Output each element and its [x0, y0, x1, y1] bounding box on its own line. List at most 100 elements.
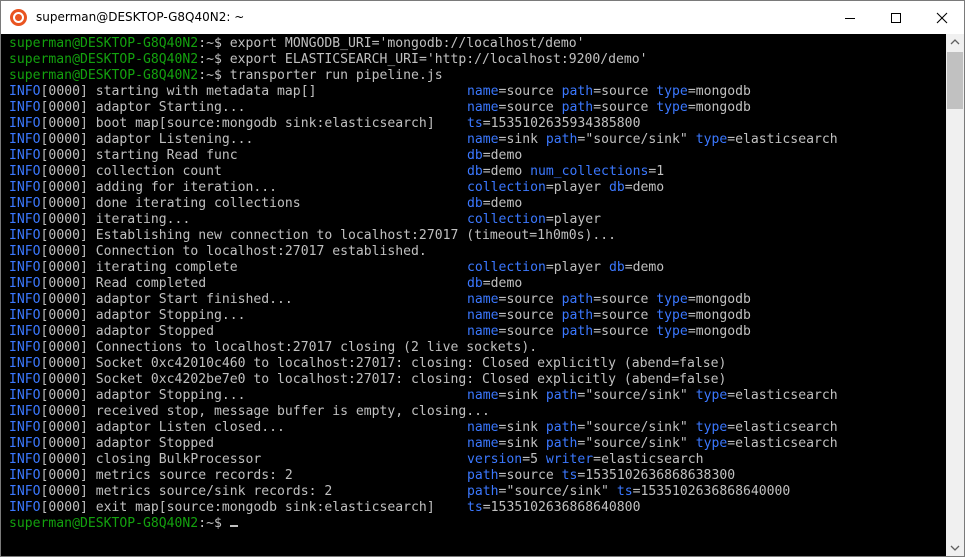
log-message: [0000] iterating complete	[40, 260, 238, 275]
log-level: INFO	[9, 100, 41, 115]
log-line: INFO[0000] iterating... collection=player	[9, 212, 601, 228]
log-line: INFO[0000] adding for iteration... collec…	[9, 180, 664, 196]
maximize-icon	[891, 13, 901, 23]
log-line: INFO[0000] adaptor Stopped name=source pa…	[9, 324, 751, 340]
log-message: [0000] Establishing new connection to lo…	[40, 228, 617, 243]
prompt-line: superman@DESKTOP-G8Q40N2:~$ export ELAST…	[9, 52, 648, 68]
scroll-up-button[interactable]	[946, 34, 964, 51]
log-line: INFO[0000] closing BulkProcessor version=…	[9, 452, 704, 468]
log-line: INFO[0000] adaptor Stopping... name=sink …	[9, 388, 838, 404]
log-line: INFO[0000] boot map[source:mongodb sink:…	[9, 116, 640, 132]
field-key: db	[467, 148, 483, 163]
close-icon	[936, 12, 948, 24]
field-key: num_collections	[530, 164, 649, 179]
field-key: collection	[467, 212, 546, 227]
log-message: [0000] exit map[source:mongodb sink:elas…	[40, 500, 435, 515]
vertical-scrollbar[interactable]	[946, 34, 964, 556]
minimize-button[interactable]	[827, 1, 873, 34]
log-level: INFO	[9, 276, 41, 291]
field-value: sink	[506, 132, 538, 147]
field-key: type	[695, 436, 728, 451]
log-line: INFO[0000] received stop, message buffer…	[9, 404, 490, 420]
log-level: INFO	[9, 420, 41, 435]
field-value: elasticsearch	[735, 132, 838, 147]
prompt-user-host: superman@DESKTOP-G8Q40N2	[9, 52, 199, 67]
log-fields: collection=player db=demo	[467, 180, 665, 195]
field-key: path	[561, 100, 594, 115]
prompt-separator: :~$	[198, 36, 230, 51]
log-level: INFO	[9, 308, 41, 323]
ubuntu-icon[interactable]	[10, 9, 27, 26]
log-message: [0000] adding for iteration...	[40, 180, 278, 195]
close-button[interactable]	[919, 1, 964, 34]
log-line: INFO[0000] exit map[source:mongodb sink:…	[9, 500, 640, 516]
field-value: source	[506, 468, 554, 483]
log-fields: collection=player db=demo	[467, 260, 665, 275]
scroll-thumb[interactable]	[947, 52, 963, 109]
maximize-button[interactable]	[873, 1, 919, 34]
title-bar[interactable]: superman@DESKTOP-G8Q40N2: ~	[1, 1, 964, 34]
scroll-up-arrow-icon	[950, 39, 960, 45]
log-level: INFO	[9, 244, 41, 259]
field-key: name	[467, 132, 499, 147]
field-value: mongodb	[695, 324, 751, 339]
window-title: superman@DESKTOP-G8Q40N2: ~	[36, 10, 245, 24]
field-key: type	[656, 84, 688, 99]
prompt-separator: :~$	[198, 68, 230, 83]
command-text: export MONGODB_URI='mongodb://localhost/…	[229, 36, 585, 51]
field-key: writer	[545, 452, 594, 467]
log-message: [0000] Read completed	[40, 276, 207, 291]
log-line: INFO[0000] adaptor Stopping... name=sourc…	[9, 308, 751, 324]
field-value: source	[506, 324, 554, 339]
log-fields: collection=player	[467, 212, 602, 227]
field-key: db	[467, 196, 483, 211]
field-key: path	[545, 420, 578, 435]
field-value: 1535102636868640800	[490, 500, 641, 515]
log-fields: db=demo	[467, 196, 523, 211]
field-value: demo	[490, 148, 523, 163]
field-key: type	[656, 308, 688, 323]
field-key: path	[545, 388, 578, 403]
log-fields: name=source path=source type=mongodb	[467, 292, 751, 307]
log-fields: name=source path=source type=mongodb	[467, 100, 751, 115]
log-fields: name=sink path="source/sink" type=elasti…	[467, 388, 838, 403]
log-level: INFO	[9, 340, 41, 355]
field-value: "source/sink"	[585, 436, 688, 451]
field-value: source	[506, 308, 554, 323]
log-message: [0000] adaptor Listening...	[40, 132, 254, 147]
field-key: path	[561, 324, 594, 339]
field-key: version	[467, 452, 523, 467]
log-line: INFO[0000] Connection to localhost:27017…	[9, 244, 427, 260]
field-value: player	[553, 180, 602, 195]
log-fields: db=demo	[467, 276, 523, 291]
prompt-separator: :~$	[198, 516, 230, 531]
field-value: mongodb	[695, 84, 751, 99]
command-text: transporter run pipeline.js	[229, 68, 443, 83]
log-level: INFO	[9, 468, 41, 483]
log-line: INFO[0000] adaptor Listening... name=sink…	[9, 132, 838, 148]
field-value: demo	[490, 196, 523, 211]
terminal-output[interactable]: superman@DESKTOP-G8Q40N2:~$ export MONGO…	[1, 34, 946, 556]
scroll-track[interactable]	[946, 51, 964, 539]
field-key: db	[608, 180, 625, 195]
log-line: INFO[0000] metrics source/sink records: …	[9, 484, 790, 500]
log-level: INFO	[9, 116, 41, 131]
field-key: type	[656, 100, 688, 115]
scroll-down-arrow-icon	[950, 545, 960, 551]
log-fields: name=sink path="source/sink" type=elasti…	[467, 436, 838, 451]
log-fields: path=source ts=1535102636868638300	[467, 468, 736, 483]
field-value: source	[506, 100, 554, 115]
log-line: INFO[0000] Establishing new connection t…	[9, 228, 616, 244]
field-value: player	[553, 212, 602, 227]
log-message: [0000] adaptor Listen closed...	[40, 420, 285, 435]
field-value: mongodb	[695, 308, 751, 323]
log-level: INFO	[9, 324, 41, 339]
log-level: INFO	[9, 260, 41, 275]
scroll-down-button[interactable]	[946, 539, 964, 556]
log-fields: name=source path=source type=mongodb	[467, 324, 751, 339]
field-value: elasticsearch	[735, 436, 838, 451]
log-level: INFO	[9, 84, 41, 99]
field-value: "source/sink"	[585, 132, 688, 147]
log-level: INFO	[9, 180, 41, 195]
field-key: type	[695, 132, 728, 147]
